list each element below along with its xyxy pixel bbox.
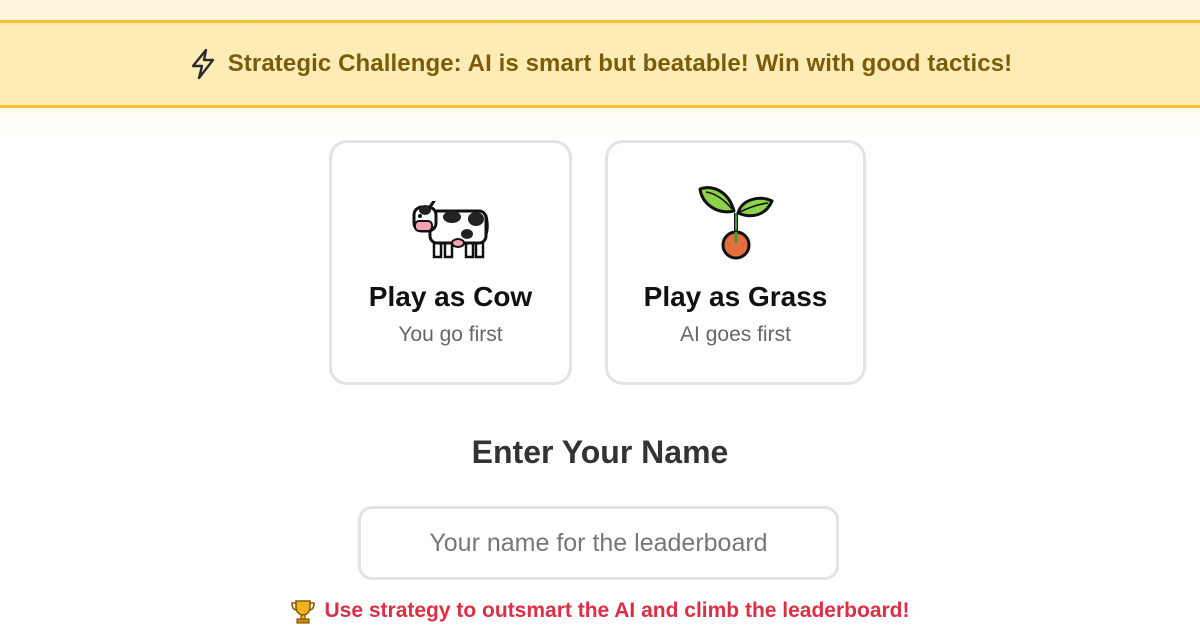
role-title: Play as Cow <box>368 281 533 312</box>
lightning-bolt-icon <box>188 48 218 80</box>
role-subtitle: You go first <box>398 323 503 346</box>
challenge-banner: Strategic Challenge: AI is smart but bea… <box>0 20 1200 108</box>
role-title: Play as Grass <box>643 281 828 312</box>
cow-icon <box>412 187 490 261</box>
trophy-icon <box>290 598 316 624</box>
leaderboard-hint: Use strategy to outsmart the AI and clim… <box>0 598 1200 624</box>
enter-name-heading: Enter Your Name <box>471 434 729 470</box>
seedling-icon <box>698 186 774 261</box>
play-as-grass-button[interactable]: Play as Grass AI goes first <box>605 140 866 385</box>
challenge-banner-text: Strategic Challenge: AI is smart but bea… <box>227 50 1013 77</box>
leaderboard-hint-text: Use strategy to outsmart the AI and clim… <box>324 599 910 622</box>
role-subtitle: AI goes first <box>680 323 791 346</box>
play-as-cow-button[interactable]: Play as Cow You go first <box>329 140 572 385</box>
player-name-input[interactable] <box>358 506 839 580</box>
game-setup-page: Strategic Challenge: AI is smart but bea… <box>0 0 1200 630</box>
